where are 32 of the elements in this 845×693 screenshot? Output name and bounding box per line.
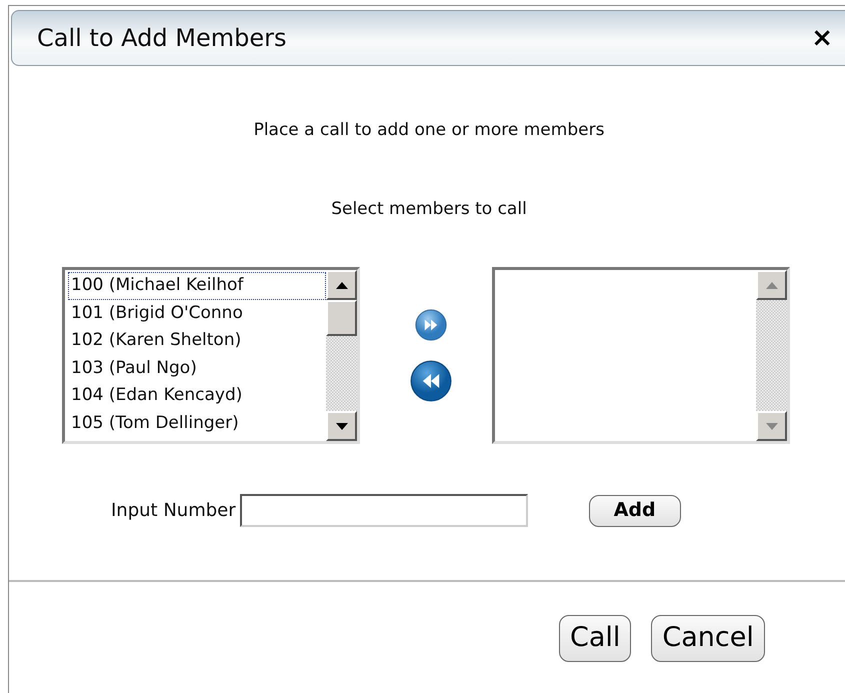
up-arrow-icon — [764, 280, 778, 290]
number-field[interactable] — [240, 494, 528, 527]
close-button[interactable]: × — [807, 25, 837, 51]
list-item[interactable]: 104 (Edan Kencayd) — [68, 382, 326, 410]
scroll-up-button[interactable] — [756, 270, 787, 300]
list-item[interactable]: 100 (Michael Keilhof — [68, 272, 326, 300]
list-item[interactable]: 101 (Brigid O'Conno — [68, 300, 326, 327]
list-item[interactable]: 105 (Tom Dellinger) — [68, 410, 326, 437]
footer-button[interactable]: Call — [559, 615, 632, 662]
down-arrow-icon — [764, 422, 778, 430]
list-item[interactable]: 103 (Paul Ngo) — [68, 354, 326, 382]
prompt-text: Select members to call — [330, 198, 528, 220]
scroll-thumb[interactable] — [326, 300, 357, 336]
footer-button[interactable]: Cancel — [651, 615, 765, 662]
scroll-down-button[interactable] — [756, 411, 787, 441]
up-arrow-icon — [334, 280, 348, 290]
remove-member-button[interactable] — [410, 360, 452, 402]
scroll-down-button[interactable] — [326, 411, 357, 441]
input-label: Input Number — [111, 499, 236, 523]
down-arrow-icon — [334, 422, 348, 430]
scrollbar[interactable] — [756, 270, 787, 441]
instruction-text: Place a call to add one or more members — [252, 119, 606, 142]
selected-list[interactable] — [492, 267, 790, 444]
scrollbar[interactable] — [326, 270, 357, 441]
scroll-up-button[interactable] — [326, 270, 357, 300]
fast-forward-icon — [415, 309, 447, 341]
list-item[interactable]: 102 (Karen Shelton) — [68, 327, 326, 354]
window-title: Call to Add Members — [37, 23, 286, 54]
member-list[interactable]: 100 (Michael Keilhof 101 (Brigid O'Conno 102 (Karen Shelton) 103 (Paul Ngo) 104 (Edan Kencayd) 105 (Tom Dellinger) — [62, 267, 360, 444]
add-member-button[interactable] — [415, 309, 447, 341]
rewind-icon — [410, 360, 452, 402]
add-button[interactable]: Add — [588, 494, 681, 526]
